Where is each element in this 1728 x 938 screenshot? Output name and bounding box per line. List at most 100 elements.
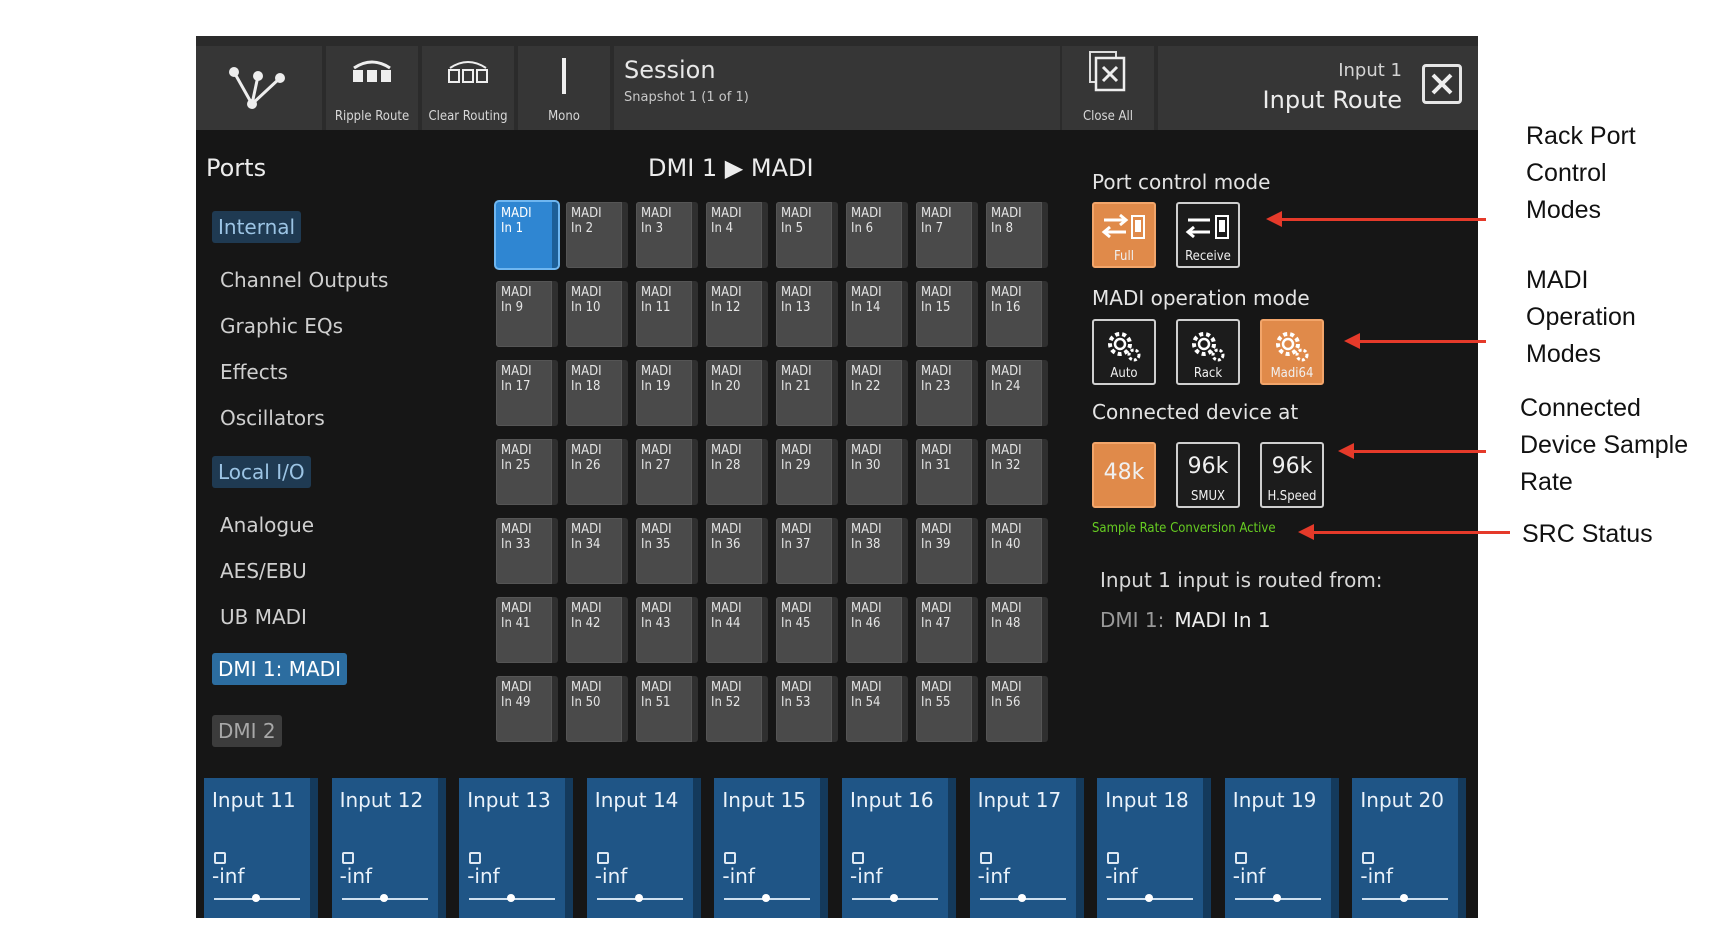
routing-logo-button[interactable] bbox=[196, 46, 322, 130]
madi-input-cell[interactable]: MADI In 36 bbox=[706, 518, 768, 584]
channel-strip[interactable]: Input 20 -inf bbox=[1352, 778, 1467, 918]
madi-input-cell[interactable]: MADI In 17 bbox=[496, 360, 558, 426]
madi-input-cell[interactable]: MADI In 42 bbox=[566, 597, 628, 663]
close-all-button[interactable]: Close All bbox=[1062, 46, 1154, 130]
madi-input-cell[interactable]: MADI In 54 bbox=[846, 676, 908, 742]
madi-input-cell[interactable]: MADI In 46 bbox=[846, 597, 908, 663]
rate-96k-smux-button[interactable]: 96k SMUX bbox=[1176, 442, 1240, 508]
madi-input-cell[interactable]: MADI In 28 bbox=[706, 439, 768, 505]
madi-input-cell[interactable]: MADI In 18 bbox=[566, 360, 628, 426]
madi-input-cell[interactable]: MADI In 53 bbox=[776, 676, 838, 742]
madi-input-cell[interactable]: MADI In 50 bbox=[566, 676, 628, 742]
madi-input-cell[interactable]: MADI In 43 bbox=[636, 597, 698, 663]
madi-input-cell[interactable]: MADI In 8 bbox=[986, 202, 1048, 268]
madi-input-cell[interactable]: MADI In 19 bbox=[636, 360, 698, 426]
strip-fader-knob[interactable] bbox=[634, 894, 643, 902]
mono-button[interactable]: Mono bbox=[518, 46, 610, 130]
channel-strip[interactable]: Input 16 -inf bbox=[842, 778, 956, 918]
port-channel-outputs[interactable]: Channel Outputs bbox=[220, 268, 388, 292]
madi-input-cell[interactable]: MADI In 47 bbox=[916, 597, 978, 663]
madi-input-cell[interactable]: MADI In 41 bbox=[496, 597, 558, 663]
madi-input-cell[interactable]: MADI In 1 bbox=[496, 202, 558, 268]
madi-input-cell[interactable]: MADI In 10 bbox=[566, 281, 628, 347]
port-aes-ebu[interactable]: AES/EBU bbox=[220, 559, 307, 583]
madi-input-cell[interactable]: MADI In 25 bbox=[496, 439, 558, 505]
port-ub-madi[interactable]: UB MADI bbox=[220, 605, 307, 629]
rate-48k-button[interactable]: 48k bbox=[1092, 442, 1156, 508]
madi-input-cell[interactable]: MADI In 52 bbox=[706, 676, 768, 742]
category-local-io[interactable]: Local I/O bbox=[212, 456, 311, 488]
port-graphic-eqs[interactable]: Graphic EQs bbox=[220, 314, 343, 338]
madi-input-cell[interactable]: MADI In 48 bbox=[986, 597, 1048, 663]
madi-input-cell[interactable]: MADI In 2 bbox=[566, 202, 628, 268]
madi-input-cell[interactable]: MADI In 31 bbox=[916, 439, 978, 505]
channel-strip[interactable]: Input 15 -inf bbox=[714, 778, 829, 918]
session-button[interactable]: Session Snapshot 1 (1 of 1) bbox=[614, 46, 1060, 130]
strip-fader-knob[interactable] bbox=[1017, 894, 1026, 902]
clear-routing-button[interactable]: Clear Routing bbox=[422, 46, 514, 130]
port-effects[interactable]: Effects bbox=[220, 360, 288, 384]
madi-input-cell[interactable]: MADI In 38 bbox=[846, 518, 908, 584]
strip-fader-knob[interactable] bbox=[379, 894, 388, 902]
madi-input-cell[interactable]: MADI In 44 bbox=[706, 597, 768, 663]
strip-fader-knob[interactable] bbox=[252, 894, 260, 902]
madi-input-cell[interactable]: MADI In 13 bbox=[776, 281, 838, 347]
channel-strip[interactable]: Input 19 -inf bbox=[1224, 778, 1339, 918]
rate-96k-hspeed-button[interactable]: 96k H.Speed bbox=[1260, 442, 1324, 508]
madi-input-cell[interactable]: MADI In 33 bbox=[496, 518, 558, 584]
channel-strip[interactable]: Input 11 -inf bbox=[204, 778, 318, 918]
port-analogue[interactable]: Analogue bbox=[220, 513, 314, 537]
port-dmi1-madi[interactable]: DMI 1: MADI bbox=[212, 653, 347, 685]
madi-input-cell[interactable]: MADI In 32 bbox=[986, 439, 1048, 505]
madi-input-cell[interactable]: MADI In 37 bbox=[776, 518, 838, 584]
madi-mode-madi64-button[interactable]: Madi64 bbox=[1260, 319, 1324, 385]
channel-strip[interactable]: Input 17 -inf bbox=[969, 778, 1084, 918]
madi-input-cell[interactable]: MADI In 20 bbox=[706, 360, 768, 426]
strip-fader-knob[interactable] bbox=[1145, 894, 1154, 902]
madi-input-cell[interactable]: MADI In 11 bbox=[636, 281, 698, 347]
madi-input-cell[interactable]: MADI In 26 bbox=[566, 439, 628, 505]
madi-input-cell[interactable]: MADI In 40 bbox=[986, 518, 1048, 584]
madi-mode-auto-button[interactable]: Auto bbox=[1092, 319, 1156, 385]
madi-input-cell[interactable]: MADI In 35 bbox=[636, 518, 698, 584]
strip-fader-knob[interactable] bbox=[890, 894, 898, 902]
strip-fader-knob[interactable] bbox=[1272, 894, 1281, 902]
madi-input-cell[interactable]: MADI In 39 bbox=[916, 518, 978, 584]
madi-input-cell[interactable]: MADI In 4 bbox=[706, 202, 768, 268]
madi-input-cell[interactable]: MADI In 51 bbox=[636, 676, 698, 742]
port-oscillators[interactable]: Oscillators bbox=[220, 406, 325, 430]
strip-fader-knob[interactable] bbox=[507, 894, 516, 902]
madi-input-cell[interactable]: MADI In 7 bbox=[916, 202, 978, 268]
madi-input-cell[interactable]: MADI In 22 bbox=[846, 360, 908, 426]
madi-input-cell[interactable]: MADI In 29 bbox=[776, 439, 838, 505]
madi-input-cell[interactable]: MADI In 6 bbox=[846, 202, 908, 268]
madi-input-cell[interactable]: MADI In 14 bbox=[846, 281, 908, 347]
madi-input-cell[interactable]: MADI In 56 bbox=[986, 676, 1048, 742]
channel-strip[interactable]: Input 12 -inf bbox=[331, 778, 446, 918]
madi-input-cell[interactable]: MADI In 21 bbox=[776, 360, 838, 426]
madi-input-cell[interactable]: MADI In 12 bbox=[706, 281, 768, 347]
category-internal[interactable]: Internal bbox=[212, 211, 302, 243]
strip-fader-knob[interactable] bbox=[762, 894, 771, 902]
madi-input-cell[interactable]: MADI In 34 bbox=[566, 518, 628, 584]
madi-input-cell[interactable]: MADI In 49 bbox=[496, 676, 558, 742]
madi-input-cell[interactable]: MADI In 24 bbox=[986, 360, 1048, 426]
ripple-route-button[interactable]: Ripple Route bbox=[326, 46, 418, 130]
channel-strip[interactable]: Input 18 -inf bbox=[1097, 778, 1212, 918]
madi-input-cell[interactable]: MADI In 16 bbox=[986, 281, 1048, 347]
madi-input-cell[interactable]: MADI In 9 bbox=[496, 281, 558, 347]
madi-input-cell[interactable]: MADI In 55 bbox=[916, 676, 978, 742]
madi-input-cell[interactable]: MADI In 30 bbox=[846, 439, 908, 505]
close-route-button[interactable] bbox=[1422, 64, 1462, 104]
madi-input-cell[interactable]: MADI In 27 bbox=[636, 439, 698, 505]
port-mode-full-button[interactable]: Full bbox=[1092, 202, 1156, 268]
channel-strip[interactable]: Input 13 -inf bbox=[459, 778, 574, 918]
madi-input-cell[interactable]: MADI In 45 bbox=[776, 597, 838, 663]
port-mode-receive-button[interactable]: Receive bbox=[1176, 202, 1240, 268]
madi-input-cell[interactable]: MADI In 3 bbox=[636, 202, 698, 268]
madi-input-cell[interactable]: MADI In 15 bbox=[916, 281, 978, 347]
madi-input-cell[interactable]: MADI In 23 bbox=[916, 360, 978, 426]
port-dmi2[interactable]: DMI 2 bbox=[212, 715, 282, 747]
strip-fader-knob[interactable] bbox=[1400, 894, 1409, 902]
madi-mode-rack-button[interactable]: Rack bbox=[1176, 319, 1240, 385]
